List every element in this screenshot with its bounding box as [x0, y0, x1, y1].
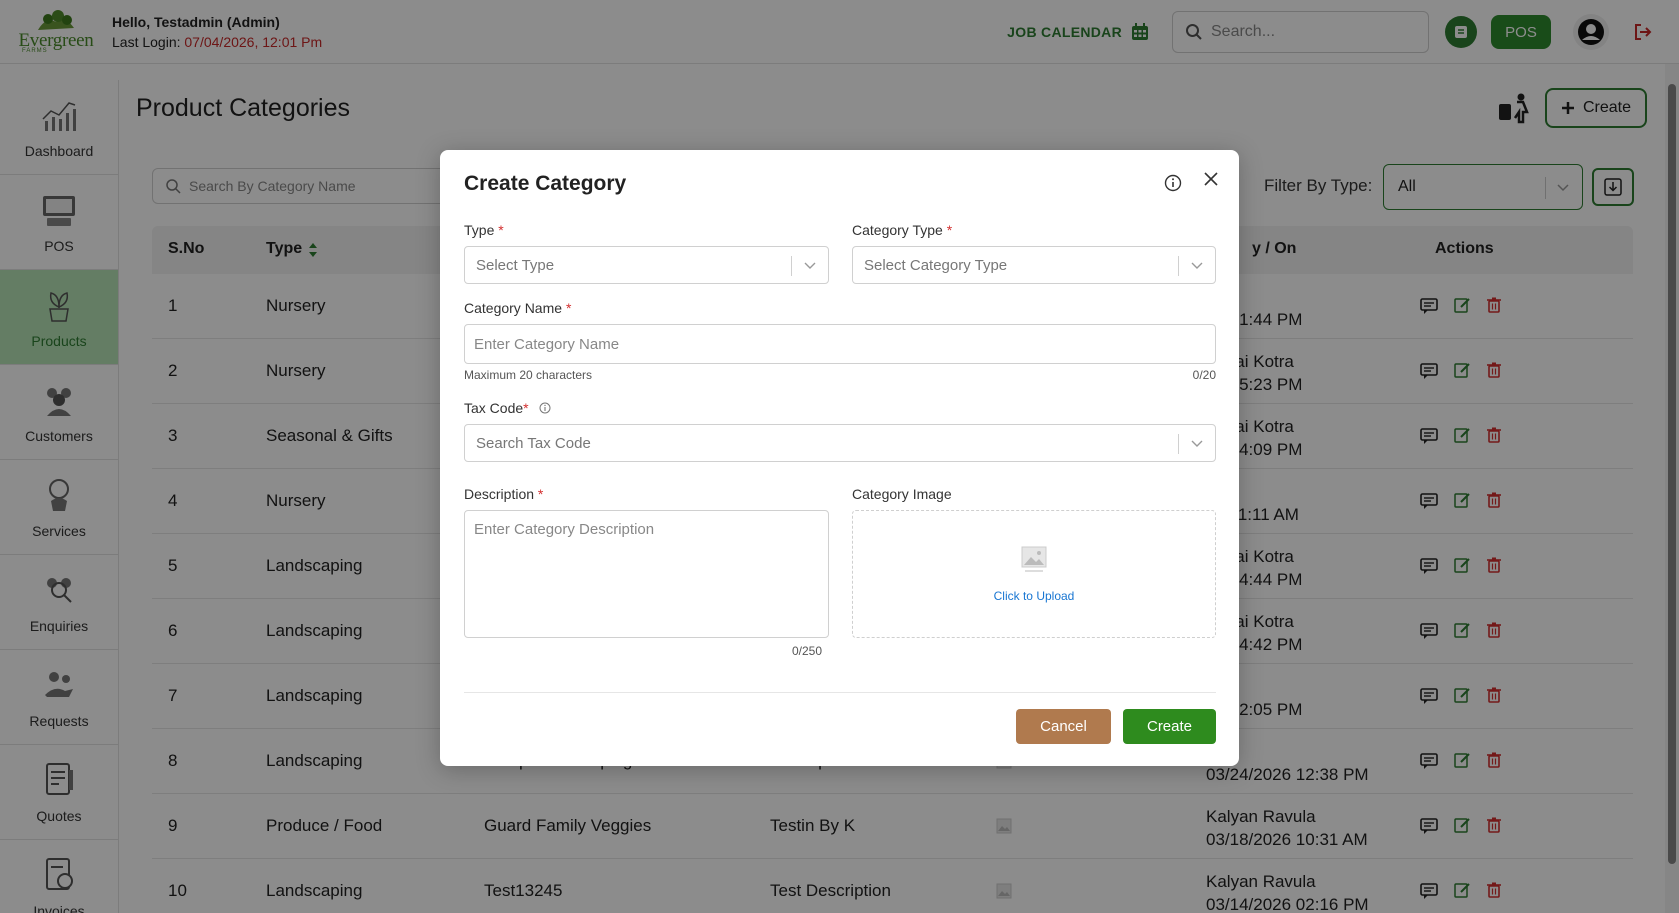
tax-code-placeholder: Search Tax Code: [476, 434, 591, 452]
click-to-upload-link[interactable]: Click to Upload: [994, 589, 1075, 603]
app-root: Evergreen FARMS Hello, Testadmin (Admin)…: [0, 0, 1679, 913]
chevron-down-icon: [1191, 440, 1203, 447]
modal-divider: [464, 692, 1216, 693]
cancel-button[interactable]: Cancel: [1016, 709, 1111, 744]
select-separator: [791, 256, 792, 276]
description-char-count: 0/250: [792, 644, 823, 658]
create-button[interactable]: Create: [1123, 709, 1216, 744]
category-type-select[interactable]: Select Category Type: [852, 246, 1216, 284]
name-hint: Maximum 20 characters: [464, 368, 593, 382]
type-select[interactable]: Select Type: [464, 246, 829, 284]
description-label: Description *: [464, 486, 544, 502]
description-textarea[interactable]: Enter Category Description: [464, 510, 829, 638]
close-icon[interactable]: [1202, 170, 1220, 188]
create-category-modal: Create Category Type * Select Type Categ…: [440, 150, 1239, 766]
image-placeholder-icon: [1021, 546, 1047, 572]
name-char-count: 0/20: [1192, 368, 1216, 382]
category-image-label: Category Image: [852, 486, 952, 502]
select-separator: [1178, 256, 1179, 276]
description-placeholder: Enter Category Description: [474, 521, 655, 538]
category-name-label: Category Name *: [464, 300, 572, 316]
tax-code-label: Tax Code*: [464, 400, 551, 416]
category-type-placeholder: Select Category Type: [864, 256, 1008, 274]
modal-title: Create Category: [464, 172, 627, 195]
category-type-label: Category Type *: [852, 222, 953, 238]
category-name-input[interactable]: Enter Category Name: [464, 324, 1216, 364]
chevron-down-icon: [1191, 262, 1203, 269]
tax-code-select[interactable]: Search Tax Code: [464, 424, 1216, 462]
chevron-down-icon: [804, 262, 816, 269]
info-icon[interactable]: [539, 402, 551, 414]
type-label: Type *: [464, 222, 504, 238]
category-name-placeholder: Enter Category Name: [474, 335, 620, 353]
image-upload-area[interactable]: Click to Upload: [852, 510, 1216, 638]
select-separator: [1178, 434, 1179, 454]
info-icon[interactable]: [1164, 174, 1182, 192]
type-select-placeholder: Select Type: [476, 256, 555, 274]
